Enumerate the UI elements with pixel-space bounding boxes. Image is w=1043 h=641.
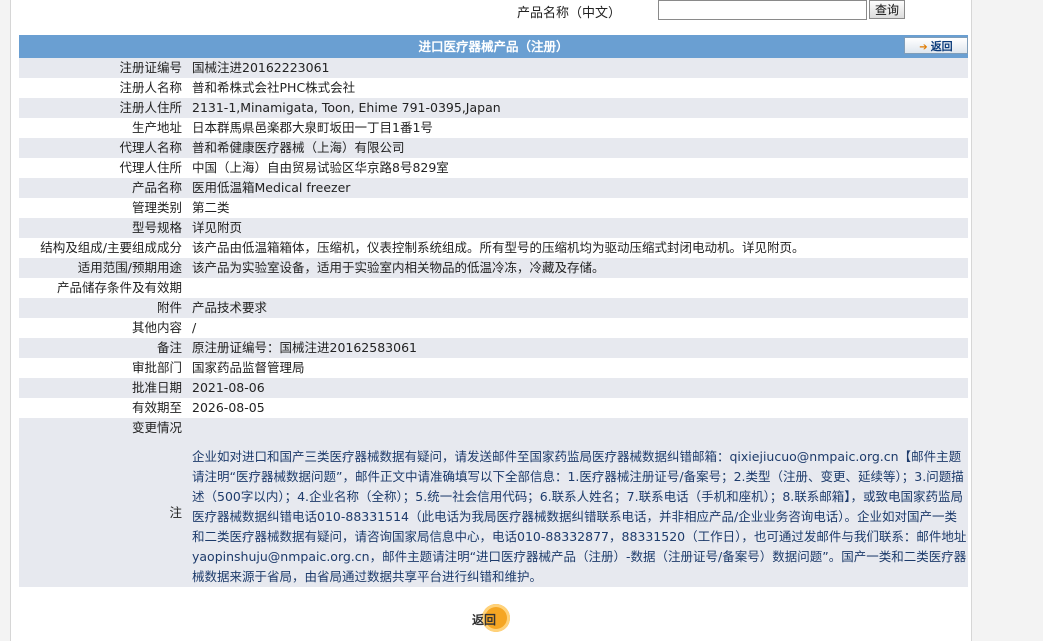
- search-button[interactable]: 查询: [869, 0, 905, 19]
- row-value: 2021-08-06: [184, 378, 968, 398]
- back-button-bottom[interactable]: 返回: [466, 604, 516, 634]
- note-text: 企业如对进口和国产三类医疗器械数据有疑问，请发送邮件至国家药监局医疗器械数据纠错…: [184, 438, 968, 587]
- panel-title-bar: 进口医疗器械产品（注册） ➔ 返回: [19, 35, 968, 58]
- back-button-bottom-label: 返回: [472, 613, 497, 627]
- row-value: 医用低温箱Medical freezer: [184, 178, 968, 198]
- table-row: 代理人名称 普和希健康医疗器械（上海）有限公司: [19, 138, 968, 158]
- row-label: 注册证编号: [19, 58, 184, 78]
- row-label: 有效期至: [131, 400, 182, 415]
- table-row: 注册证编号 国械注进20162223061: [19, 58, 968, 78]
- row-label: 代理人住所: [119, 160, 182, 175]
- row-value: 中国（上海）自由贸易试验区华京路8号829室: [192, 160, 449, 175]
- table-row: 管理类别 第二类: [19, 198, 968, 218]
- row-label: 适用范围/预期用途: [19, 258, 184, 278]
- table-row: 注册人住所 2131-1,Minamigata, Toon, Ehime 791-…: [19, 98, 968, 118]
- row-value: /: [192, 320, 197, 335]
- row-value: 国家药品监督管理局: [192, 360, 305, 375]
- row-label: 审批部门: [131, 360, 182, 375]
- table-row: 注册人名称 普和希株式会社PHC株式会社: [19, 78, 968, 98]
- table-row: 附件 产品技术要求: [19, 298, 968, 318]
- row-value: [184, 278, 968, 298]
- row-value: [184, 418, 968, 438]
- row-value: 原注册证编号：国械注进20162583061: [184, 338, 968, 358]
- row-label: 产品名称: [19, 178, 184, 198]
- row-value: 该产品由低温箱箱体，压缩机，仪表控制系统组成。所有型号的压缩机均为驱动压缩式封闭…: [192, 240, 805, 255]
- table-row: 批准日期 2021-08-06: [19, 378, 968, 398]
- table-row: 代理人住所 中国（上海）自由贸易试验区华京路8号829室: [19, 158, 968, 178]
- table-row: 产品名称 医用低温箱Medical freezer: [19, 178, 968, 198]
- table-row: 型号规格 详见附页: [19, 218, 968, 238]
- search-label: 产品名称（中文）: [517, 6, 622, 21]
- table-row: 产品储存条件及有效期: [19, 278, 968, 298]
- row-value: 普和希株式会社PHC株式会社: [192, 80, 356, 95]
- row-label: 管理类别: [131, 200, 182, 215]
- row-label: 结构及组成/主要组成成分: [40, 240, 182, 255]
- row-value: 详见附页: [184, 218, 968, 238]
- row-value: 日本群馬県邑楽郡大泉町坂田一丁目1番1号: [192, 120, 433, 135]
- row-label: 生产地址: [131, 120, 182, 135]
- row-value: 第二类: [192, 200, 230, 215]
- row-label: 附件: [19, 298, 184, 318]
- row-label: 注册人住所: [19, 98, 184, 118]
- row-label: 其他内容: [131, 320, 182, 335]
- search-input[interactable]: [658, 0, 867, 20]
- note-label: 注: [19, 438, 184, 587]
- row-label: 变更情况: [19, 418, 184, 438]
- table-row: 备注 原注册证编号：国械注进20162583061: [19, 338, 968, 358]
- row-label: 产品储存条件及有效期: [56, 280, 182, 295]
- table-row: 结构及组成/主要组成成分 该产品由低温箱箱体，压缩机，仪表控制系统组成。所有型号的…: [19, 238, 968, 258]
- search-bar: 产品名称（中文） 查询: [11, 0, 971, 24]
- panel-title: 进口医疗器械产品（注册）: [418, 39, 569, 54]
- row-value: 2131-1,Minamigata, Toon, Ehime 791-0395,…: [184, 98, 968, 118]
- table-row: 适用范围/预期用途 该产品为实验室设备，适用于实验室内相关物品的低温冷冻，冷藏及存…: [19, 258, 968, 278]
- row-value: 普和希健康医疗器械（上海）有限公司: [184, 138, 968, 158]
- row-value: 国械注进20162223061: [184, 58, 968, 78]
- content-frame: 产品名称（中文） 查询 进口医疗器械产品（注册） ➔ 返回 注册证编号 国械注进20…: [10, 0, 972, 641]
- table-row: 有效期至 2026-08-05: [19, 398, 968, 418]
- table-row: 变更情况: [19, 418, 968, 438]
- detail-panel: 进口医疗器械产品（注册） ➔ 返回 注册证编号 国械注进20162223061 注册人…: [19, 35, 968, 587]
- row-label: 备注: [19, 338, 184, 358]
- row-label: 批准日期: [19, 378, 184, 398]
- table-row: 生产地址 日本群馬県邑楽郡大泉町坂田一丁目1番1号: [19, 118, 968, 138]
- row-value: 该产品为实验室设备，适用于实验室内相关物品的低温冷冻，冷藏及存储。: [184, 258, 968, 278]
- back-button-label: 返回: [930, 40, 953, 53]
- row-label: 型号规格: [19, 218, 184, 238]
- table-row: 其他内容 /: [19, 318, 968, 338]
- back-button-top[interactable]: ➔ 返回: [904, 37, 968, 54]
- row-label: 代理人名称: [19, 138, 184, 158]
- note-row: 注企业如对进口和国产三类医疗器械数据有疑问，请发送邮件至国家药监局医疗器械数据纠…: [19, 438, 968, 587]
- arrow-right-icon: ➔: [919, 42, 928, 53]
- row-label: 注册人名称: [119, 80, 182, 95]
- page-margin: [1022, 0, 1043, 641]
- row-value: 产品技术要求: [184, 298, 968, 318]
- detail-table: 注册证编号 国械注进20162223061 注册人名称 普和希株式会社PHC株式会社注…: [19, 58, 968, 587]
- table-row: 审批部门 国家药品监督管理局: [19, 358, 968, 378]
- row-value: 2026-08-05: [192, 400, 265, 415]
